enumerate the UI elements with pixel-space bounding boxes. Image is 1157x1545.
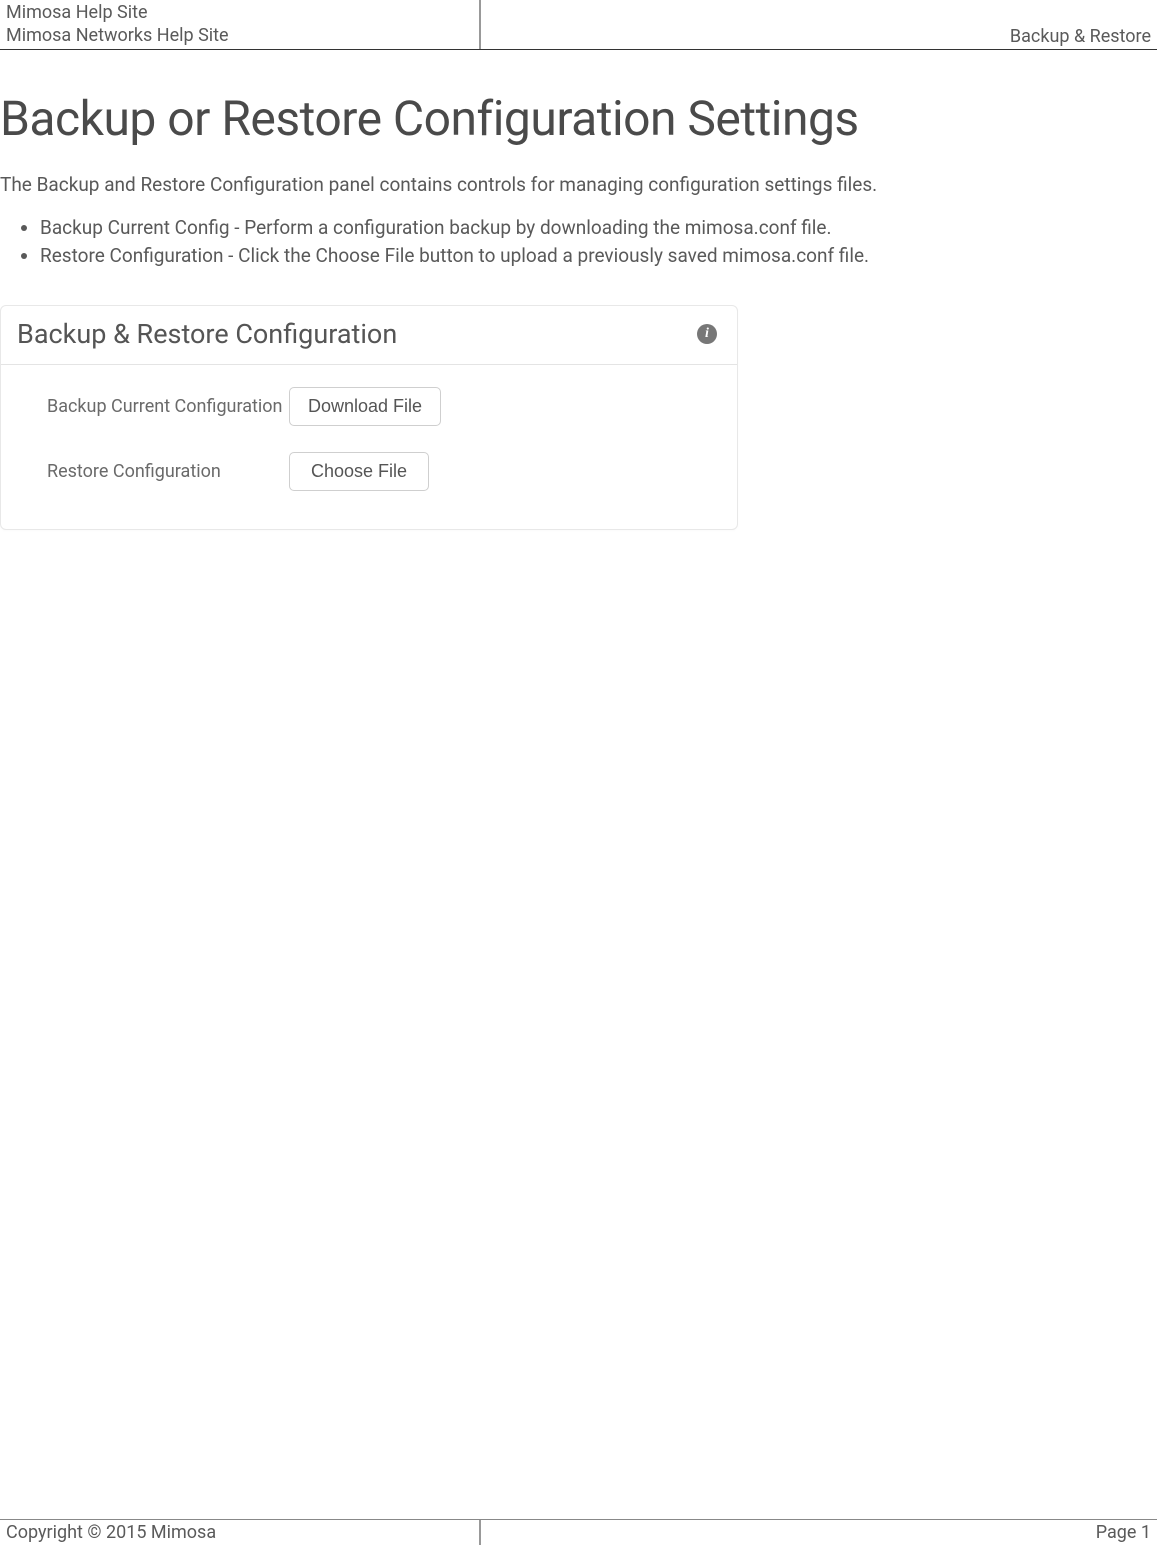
choose-file-button[interactable]: Choose File bbox=[289, 452, 429, 491]
panel-row-backup: Backup Current Configuration Download Fi… bbox=[47, 387, 691, 426]
config-panel: Backup & Restore Configuration i Backup … bbox=[0, 305, 738, 530]
section-title: Backup & Restore bbox=[1010, 26, 1151, 47]
intro-text: The Backup and Restore Configuration pan… bbox=[0, 173, 1157, 196]
header-left: Mimosa Help Site Mimosa Networks Help Si… bbox=[0, 0, 480, 49]
list-item: Backup Current Config - Perform a config… bbox=[40, 214, 1157, 242]
download-file-button[interactable]: Download File bbox=[289, 387, 441, 426]
header-right: Backup & Restore bbox=[480, 0, 1157, 49]
footer-page: Page 1 bbox=[480, 1520, 1157, 1545]
main-content: Backup or Restore Configuration Settings… bbox=[0, 50, 1157, 1519]
info-icon-glyph: i bbox=[705, 326, 709, 342]
panel-header: Backup & Restore Configuration i bbox=[1, 306, 737, 365]
restore-label: Restore Configuration bbox=[47, 461, 289, 482]
panel-row-restore: Restore Configuration Choose File bbox=[47, 452, 691, 491]
list-item: Restore Configuration - Click the Choose… bbox=[40, 242, 1157, 270]
page-footer: Copyright © 2015 Mimosa Page 1 bbox=[0, 1519, 1157, 1545]
page-title: Backup or Restore Configuration Settings bbox=[0, 90, 1157, 147]
site-title-line2: Mimosa Networks Help Site bbox=[6, 25, 473, 48]
panel-title: Backup & Restore Configuration bbox=[17, 318, 397, 350]
bullet-list: Backup Current Config - Perform a config… bbox=[40, 214, 1157, 269]
info-icon[interactable]: i bbox=[697, 324, 717, 344]
panel-body: Backup Current Configuration Download Fi… bbox=[1, 365, 737, 529]
site-title-line1: Mimosa Help Site bbox=[6, 2, 473, 25]
page-header: Mimosa Help Site Mimosa Networks Help Si… bbox=[0, 0, 1157, 50]
footer-copyright: Copyright © 2015 Mimosa bbox=[0, 1520, 480, 1545]
backup-label: Backup Current Configuration bbox=[47, 396, 289, 417]
